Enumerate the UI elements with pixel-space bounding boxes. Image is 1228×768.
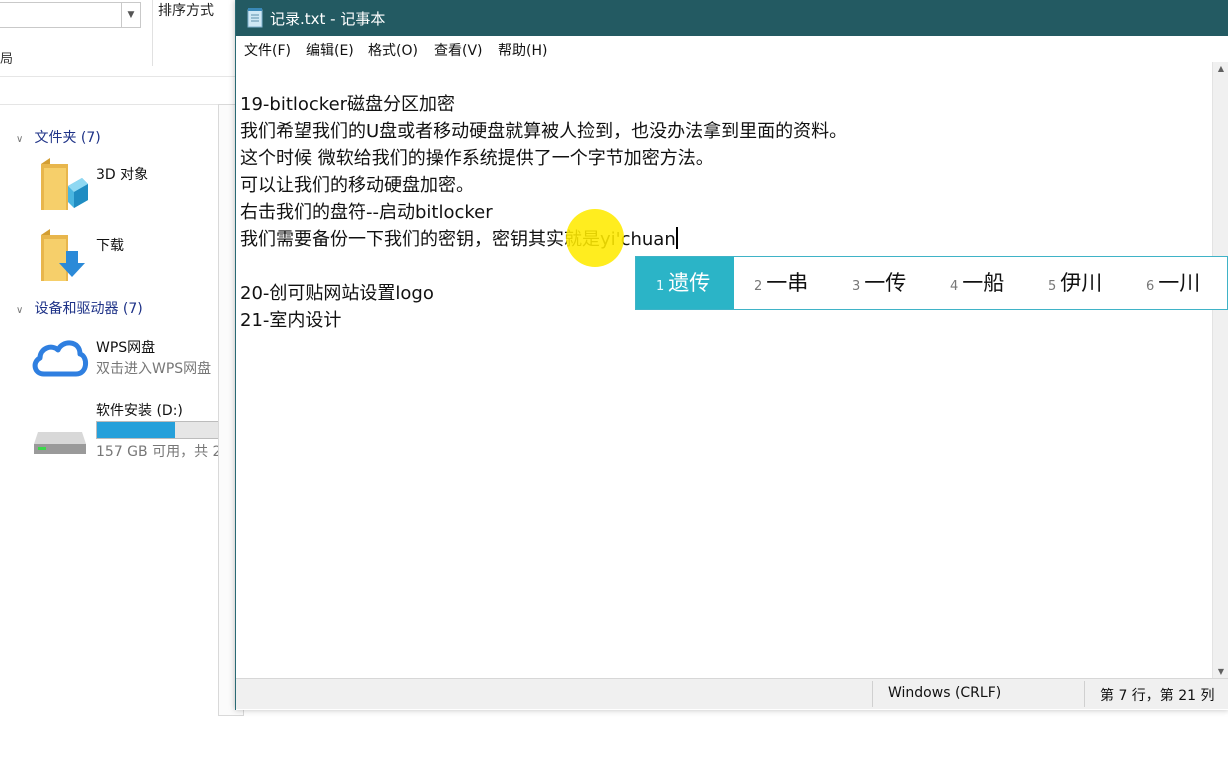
address-divider (0, 104, 240, 105)
ime-candidate-2[interactable]: 2 一串 (754, 257, 808, 309)
notepad-window: 记录.txt - 记事本 文件(F) 编辑(E) 格式(O) 查看(V) 帮助(… (235, 0, 1228, 710)
candidate-text: 一串 (766, 271, 809, 295)
candidate-text: 一船 (962, 271, 1005, 295)
ime-candidate-bar: 1 遗传 2 一串 3 一传 4 一船 5 伊川 6 一川 (635, 256, 1228, 310)
candidate-number: 4 (950, 279, 959, 294)
ime-candidate-6[interactable]: 6 一川 (1146, 257, 1200, 309)
chevron-down-icon[interactable]: ▼ (121, 3, 140, 27)
group-devices-label: 设备和驱动器 (7) (34, 301, 143, 317)
menu-format[interactable]: 格式(O) (368, 40, 418, 60)
candidate-number: 1 (656, 279, 665, 294)
menu-bar: 文件(F) 编辑(E) 格式(O) 查看(V) 帮助(H) (236, 36, 1228, 62)
chevron-down-icon: ∨ (16, 305, 24, 316)
menu-file[interactable]: 文件(F) (244, 40, 291, 60)
group-folders[interactable]: ∨ 文件夹 (7) (16, 127, 101, 147)
group-devices[interactable]: ∨ 设备和驱动器 (7) (16, 298, 143, 318)
status-bar: Windows (CRLF) 第 7 行，第 21 列 (236, 678, 1228, 709)
candidate-number: 3 (852, 279, 861, 294)
text-line: 21-室内设计 (240, 310, 342, 331)
wps-cloud-icon[interactable] (30, 334, 90, 384)
menu-edit[interactable]: 编辑(E) (306, 40, 354, 60)
menu-help[interactable]: 帮助(H) (498, 40, 547, 60)
candidate-text: 遗传 (668, 271, 711, 295)
status-divider (872, 681, 873, 707)
chevron-down-icon: ∨ (16, 134, 24, 145)
scroll-down-icon[interactable]: ▼ (1213, 667, 1228, 676)
ribbon-divider (152, 0, 153, 66)
folder-downloads-label[interactable]: 下载 (96, 235, 124, 255)
group-folders-label: 文件夹 (7) (34, 130, 101, 146)
candidate-text: 伊川 (1060, 271, 1103, 295)
folder-3d-objects-label[interactable]: 3D 对象 (96, 164, 148, 184)
text-line: 可以让我们的移动硬盘加密。 (240, 175, 474, 196)
layout-label: 局 (0, 52, 14, 67)
status-line-ending: Windows (CRLF) (888, 685, 1002, 701)
drive-usage-fill (97, 422, 175, 438)
sort-by-button[interactable]: 排序方式 (158, 0, 214, 20)
menu-view[interactable]: 查看(V) (434, 40, 483, 60)
device-d-drive-space: 157 GB 可用，共 2 (96, 444, 222, 460)
candidate-number: 5 (1048, 279, 1057, 294)
ime-candidate-5[interactable]: 5 伊川 (1048, 257, 1102, 309)
status-cursor-position: 第 7 行，第 21 列 (1100, 688, 1215, 704)
drive-usage-bar (96, 421, 228, 439)
ime-candidate-3[interactable]: 3 一传 (852, 257, 906, 309)
downloads-folder-icon[interactable] (38, 229, 88, 289)
text-line: 我们希望我们的U盘或者移动硬盘就算被人捡到，也没办法拿到里面的资料。 (240, 121, 848, 142)
drive-icon[interactable] (32, 428, 88, 462)
text-caret (675, 227, 678, 249)
candidate-number: 6 (1146, 279, 1155, 294)
vertical-scrollbar[interactable]: ▲ ▼ (1212, 62, 1228, 678)
ime-candidate-4[interactable]: 4 一船 (950, 257, 1004, 309)
title-bar[interactable]: 记录.txt - 记事本 (236, 0, 1228, 36)
scroll-up-icon[interactable]: ▲ (1213, 64, 1228, 73)
file-explorer-window: ▼ 排序方式 局 ∨ 文件夹 (7) 3D 对象 下载 ∨ 设备和驱动器 (7)… (0, 0, 244, 768)
window-title: 记录.txt - 记事本 (270, 10, 386, 28)
candidate-text: 一川 (1158, 271, 1201, 295)
text-line: 20-创可贴网站设置logo (240, 283, 434, 304)
device-wps-description: 双击进入WPS网盘 (96, 361, 212, 377)
device-d-drive-label[interactable]: 软件安装 (D:) (96, 400, 183, 420)
view-combo[interactable]: ▼ (0, 2, 141, 28)
ime-candidate-1[interactable]: 1 遗传 (636, 257, 734, 309)
notepad-icon (246, 8, 264, 32)
status-divider (1084, 681, 1085, 707)
text-line: 右击我们的盘符--启动bitlocker (240, 202, 493, 223)
device-wps-label[interactable]: WPS网盘 (96, 337, 155, 357)
text-line: 这个时候 微软给我们的操作系统提供了一个字节加密方法。 (240, 148, 714, 169)
cursor-highlight (566, 209, 624, 267)
text-line: 19-bitlocker磁盘分区加密 (240, 94, 456, 115)
3d-objects-folder-icon[interactable] (38, 156, 88, 218)
candidate-number: 2 (754, 279, 763, 294)
text-editor[interactable]: 19-bitlocker磁盘分区加密 我们希望我们的U盘或者移动硬盘就算被人捡到… (236, 62, 1213, 678)
explorer-ribbon: ▼ 排序方式 局 (0, 0, 240, 77)
candidate-text: 一传 (864, 271, 907, 295)
